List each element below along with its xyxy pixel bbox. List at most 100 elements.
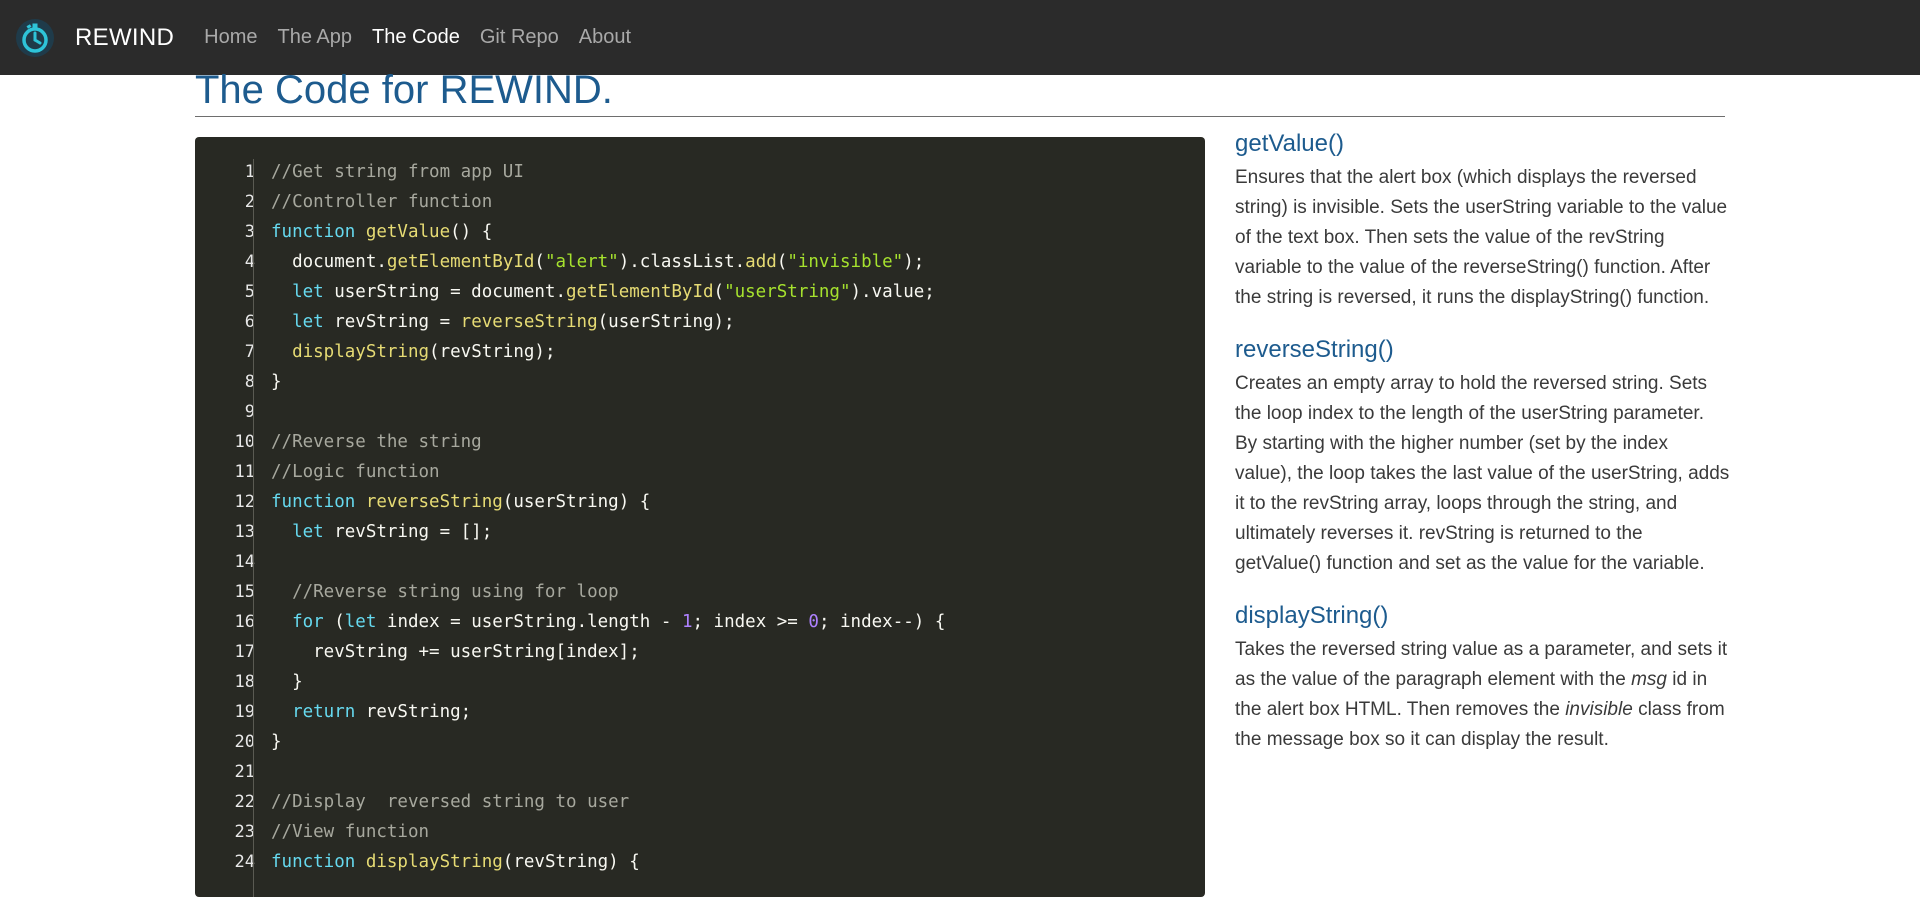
line-number: 9 (244, 402, 255, 422)
code-token: let (271, 312, 335, 332)
code-line: function getValue() { (271, 217, 945, 247)
code-line: let revString = reverseString(userString… (271, 307, 945, 337)
code-line: //Reverse string using for loop (271, 577, 945, 607)
code-token: "userString" (724, 282, 851, 302)
code-token: ).value; (850, 282, 935, 302)
code-line: //View function (271, 817, 945, 847)
code-token: ); (903, 252, 925, 272)
line-number: 22 (234, 792, 255, 812)
code-token: } (271, 732, 282, 752)
code-token: () { (450, 222, 493, 242)
line-number: 13 (234, 522, 255, 542)
code-line: } (271, 667, 945, 697)
emphasis-text: msg (1631, 669, 1667, 690)
code-token: //View function (271, 822, 430, 842)
code-token: getElementById (386, 252, 535, 272)
function-description: Ensures that the alert box (which displa… (1235, 163, 1730, 313)
code-token: reverseString (365, 492, 503, 512)
line-number: 24 (234, 852, 255, 872)
line-number: 19 (234, 702, 255, 722)
line-number: 4 (244, 252, 255, 272)
line-number: 20 (234, 732, 255, 752)
line-number: 6 (244, 312, 255, 332)
brand[interactable]: REWIND (15, 18, 174, 58)
title-divider (195, 116, 1725, 117)
code-token: revString = []; (334, 522, 493, 542)
line-number: 11 (234, 462, 255, 482)
line-number: 14 (234, 552, 255, 572)
code-token: ( (534, 252, 545, 272)
code-token: ( (776, 252, 788, 272)
code-block[interactable]: 1 2 3 4 5 6 7 8 9 10 11 12 13 14 15 16 17 18 19 20 21 22 23 24 … (195, 137, 1205, 897)
code-token: document. (271, 252, 387, 272)
code-token: ( (334, 612, 345, 632)
line-number-gutter: 1 2 3 4 5 6 7 8 9 10 11 12 13 14 15 16 17 18 19 20 21 22 23 24 (195, 157, 255, 877)
code-token: ( (713, 282, 725, 302)
code-content: //Get string from app UI //Controller fun… (271, 157, 945, 877)
code-token: add (745, 252, 777, 272)
code-token: let (271, 522, 335, 542)
description-text: Creates an empty array to hold the rever… (1235, 373, 1730, 574)
navbar: REWIND Home The App The Code Git Repo Ab… (0, 0, 1920, 75)
code-token: (revString); (429, 342, 556, 362)
line-number: 18 (234, 672, 255, 692)
code-token: function (271, 222, 366, 242)
code-token: let (344, 612, 387, 632)
nav-link-home[interactable]: Home (204, 26, 257, 49)
nav-link-the-app[interactable]: The App (277, 26, 352, 49)
line-number: 8 (244, 372, 255, 392)
code-token: for (271, 612, 335, 632)
function-heading: displayString() (1235, 602, 1389, 629)
line-number: 23 (234, 822, 255, 842)
line-number: 3 (244, 222, 255, 242)
nav-link-git-repo[interactable]: Git Repo (480, 26, 559, 49)
function-description: Creates an empty array to hold the rever… (1235, 369, 1730, 579)
line-number: 7 (244, 342, 255, 362)
code-token: function (271, 852, 366, 872)
code-token: ).classList. (618, 252, 746, 272)
line-number: 16 (234, 612, 255, 632)
code-line: function reverseString(userString) { (271, 487, 945, 517)
code-line: //Display reversed string to user (271, 787, 945, 817)
description-text: Ensures that the alert box (which displa… (1235, 167, 1728, 308)
line-number: 1 (244, 162, 255, 182)
line-number: 17 (234, 642, 255, 662)
code-token: displayString (271, 342, 430, 362)
function-description-section: displayString() Takes the reversed string… (1235, 597, 1730, 755)
code-token: userString = document. (334, 282, 567, 302)
code-line: } (271, 727, 945, 757)
code-token: (revString) { (502, 852, 640, 872)
function-description-section: reverseString() Creates an empty array to… (1235, 331, 1730, 579)
code-token: //Logic function (271, 462, 440, 482)
page-title: The Code for REWIND. (195, 68, 613, 112)
code-line: document.getElementById("alert").classLi… (271, 247, 945, 277)
code-token: } (271, 672, 303, 692)
code-line: let revString = []; (271, 517, 945, 547)
code-token: index = userString.length - (386, 612, 682, 632)
code-token: 0 (808, 612, 819, 632)
nav-link-the-code[interactable]: The Code (372, 26, 460, 49)
line-number: 5 (244, 282, 255, 302)
code-token: (userString); (597, 312, 735, 332)
code-token: getElementById (566, 282, 714, 302)
code-line: function displayString(revString) { (271, 847, 945, 877)
code-token: //Get string from app UI (271, 162, 524, 182)
code-line: revString += userString[index]; (271, 637, 945, 667)
code-token: } (271, 372, 282, 392)
code-line: //Reverse the string (271, 427, 945, 457)
code-token: (userString) { (502, 492, 651, 512)
code-line: return revString; (271, 697, 945, 727)
function-descriptions: getValue() Ensures that the alert box (wh… (1235, 125, 1730, 773)
main-nav: Home The App The Code Git Repo About (204, 26, 651, 49)
code-line: //Logic function (271, 457, 945, 487)
stopwatch-rewind-icon (16, 18, 54, 57)
code-line: for (let index = userString.length - 1; … (271, 607, 945, 637)
code-token: revString += userString[index]; (271, 642, 640, 662)
nav-link-about[interactable]: About (579, 26, 631, 49)
code-token: //Reverse the string (271, 432, 482, 452)
code-line: } (271, 367, 945, 397)
brand-name: REWIND (75, 23, 175, 51)
gutter-separator (253, 159, 254, 897)
